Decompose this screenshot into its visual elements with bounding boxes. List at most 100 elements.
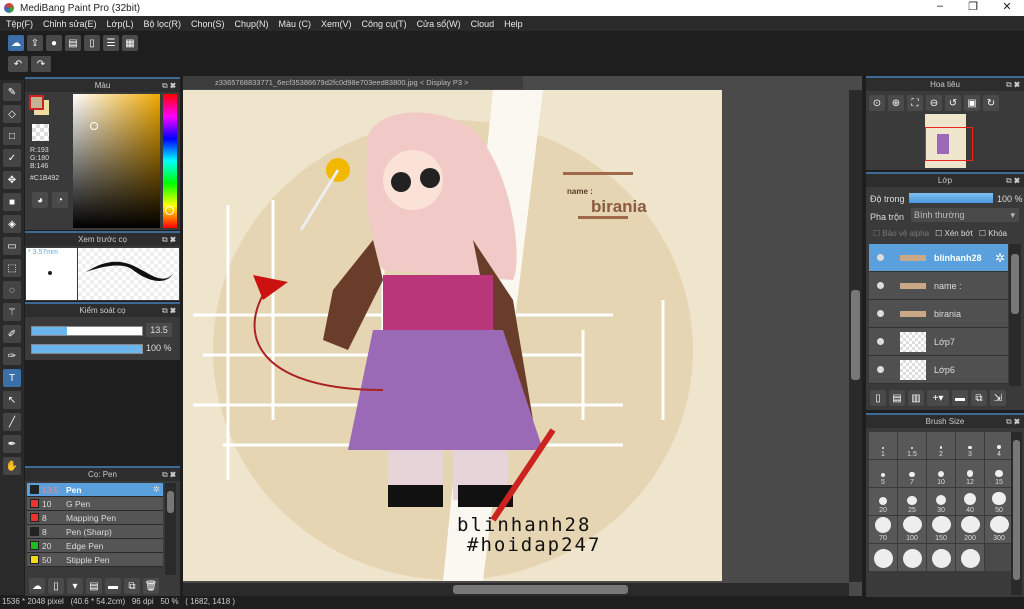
menu-item[interactable]: Màu (C) [279, 19, 312, 29]
brush-size-cell[interactable]: 10 [927, 460, 955, 487]
select-check-icon[interactable]: ✓ [3, 149, 21, 167]
brush-size-scrollbar[interactable] [1011, 432, 1022, 595]
menu-item[interactable]: Chỉnh sửa(E) [43, 19, 97, 29]
blend-mode-select[interactable]: Bình thường ▾ [911, 208, 1019, 222]
lasso-tool-icon[interactable]: ◌ [3, 281, 21, 299]
page-icon[interactable]: ▯ [84, 35, 100, 51]
menu-item[interactable]: Cloud [471, 19, 495, 29]
new-halftone-layer-icon[interactable]: ▤ [889, 390, 905, 406]
navigator-viewport[interactable] [925, 127, 973, 161]
brush-size-cell[interactable]: 4 [985, 432, 1013, 459]
brush-size-cell[interactable]: 1.5 [898, 432, 926, 459]
visibility-icon[interactable] [877, 254, 884, 261]
add-layer-menu-icon[interactable]: +▾ [927, 390, 949, 406]
cloud-icon[interactable]: ☁ [8, 35, 24, 51]
undo-icon[interactable]: ↶ [8, 56, 28, 72]
menu-item[interactable]: Tệp(F) [6, 19, 33, 29]
menu-item[interactable]: Bộ lọc(R) [143, 19, 181, 29]
operation-tool-icon[interactable]: ↖ [3, 391, 21, 409]
brush-size-cell[interactable]: 7 [898, 460, 926, 487]
layer-item[interactable]: Lớp6 [869, 356, 1008, 384]
brush-size-cell[interactable]: 2 [927, 432, 955, 459]
hue-slider[interactable] [163, 94, 177, 228]
transparent-swatch[interactable] [32, 124, 49, 141]
visibility-icon[interactable] [877, 282, 884, 289]
brush-item[interactable]: 13.5 Pen ✲ [27, 483, 163, 497]
brush-size-cell[interactable]: 50 [985, 488, 1013, 515]
bucket-tool-icon[interactable]: ◈ [3, 215, 21, 233]
brush-size-cell[interactable]: 30 [927, 488, 955, 515]
move-tool-icon[interactable]: ✥ [3, 171, 21, 189]
menu-item[interactable]: Help [504, 19, 523, 29]
vertical-scrollbar[interactable] [849, 90, 862, 582]
brush-item[interactable]: 10 G Pen [27, 497, 163, 511]
brush-item[interactable]: 50 Stipple Pen [27, 553, 163, 567]
brush-opacity-slider[interactable] [31, 344, 143, 354]
brush-tool-icon[interactable]: ✎ [3, 83, 21, 101]
divide-tool-icon[interactable]: ╱ [3, 413, 21, 431]
document-tab[interactable]: z3365768833771_6ecf35386679d2fc0d98e703e… [183, 76, 523, 89]
select-pen-icon[interactable]: ✐ [3, 325, 21, 343]
gear-icon[interactable]: ✲ [153, 484, 160, 495]
eraser-tool-icon[interactable]: ◇ [3, 105, 21, 123]
layer-item[interactable]: birania [869, 300, 1008, 328]
new-layer-icon[interactable]: ▯ [870, 390, 886, 406]
brush-item[interactable]: 20 Edge Pen [27, 539, 163, 553]
comment-icon[interactable]: ● [46, 35, 62, 51]
brush-size-cell[interactable]: 150 [927, 516, 955, 543]
rotate-left-icon[interactable]: ↺ [945, 95, 961, 111]
foreground-color-swatch[interactable] [29, 95, 44, 110]
text-tool-icon[interactable]: T [3, 369, 21, 387]
maximize-button[interactable]: ❐ [958, 0, 988, 13]
canvas[interactable]: name : birania blinhanh28 #hoidap247 [183, 90, 722, 581]
brush-size-cell[interactable]: 70 [869, 516, 897, 543]
lock-checkbox[interactable]: ☐ Khóa [979, 229, 1007, 238]
duplicate-layer-icon[interactable]: ⧉ [971, 390, 987, 406]
visibility-icon[interactable] [877, 338, 884, 345]
eyedropper-icon[interactable]: ✒ [3, 435, 21, 453]
clip-checkbox[interactable]: ☐ Xén bớt [935, 229, 973, 238]
fill-rect-icon[interactable]: ■ [3, 193, 21, 211]
duplicate-icon[interactable]: ⧉ [124, 578, 140, 594]
brush-item[interactable]: 8 Mapping Pen [27, 511, 163, 525]
menu-item[interactable]: Công cụ(T) [362, 19, 407, 29]
brush-size-cell[interactable] [956, 544, 984, 571]
layer-scrollbar[interactable] [1009, 244, 1021, 386]
brush-list-scrollbar[interactable] [165, 483, 176, 575]
close-button[interactable]: ✕ [992, 0, 1022, 13]
saturation-value-picker[interactable] [73, 94, 160, 228]
brush-size-cell[interactable] [898, 544, 926, 571]
folder-icon[interactable]: ▬ [105, 578, 121, 594]
brush-size-cell[interactable]: 25 [898, 488, 926, 515]
shape-tool-icon[interactable]: □ [3, 127, 21, 145]
brush-size-cell[interactable] [927, 544, 955, 571]
list-icon[interactable]: ☰ [103, 35, 119, 51]
new-brush-icon[interactable]: ▯ [48, 578, 64, 594]
brush-size-cell[interactable]: 20 [869, 488, 897, 515]
menu-item[interactable]: Chọn(S) [191, 19, 225, 29]
layer-opacity-slider[interactable] [909, 193, 993, 203]
magic-wand-icon[interactable]: ⚚ [3, 303, 21, 321]
brush-size-cell[interactable]: 5 [869, 460, 897, 487]
brush-size-cell[interactable]: 100 [898, 516, 926, 543]
protect-alpha-checkbox[interactable]: ☐ Bảo vệ alpha [873, 229, 929, 238]
message-icon[interactable]: ▤ [65, 35, 81, 51]
zoom-in-icon[interactable]: ⊕ [888, 95, 904, 111]
brush-size-cell[interactable]: 12 [956, 460, 984, 487]
menu-item[interactable]: Cửa sổ(W) [417, 19, 461, 29]
brush-size-slider[interactable] [31, 326, 143, 336]
gear-icon[interactable]: ✲ [995, 251, 1005, 265]
select-eraser-icon[interactable]: ✑ [3, 347, 21, 365]
gradient-tool-icon[interactable]: ▭ [3, 237, 21, 255]
palette-icon[interactable]: ◕ [32, 192, 48, 208]
layer-folder-icon[interactable]: ▬ [952, 390, 968, 406]
minimize-button[interactable]: – [925, 0, 955, 12]
brush-size-value[interactable]: 13.5 [146, 323, 172, 337]
brush-size-cell[interactable]: 40 [956, 488, 984, 515]
grid-icon[interactable]: ▦ [122, 35, 138, 51]
palette-settings-icon[interactable]: ◔ [52, 192, 68, 208]
zoom-actual-icon[interactable]: ⊙ [869, 95, 885, 111]
zoom-out-icon[interactable]: ⊖ [926, 95, 942, 111]
rotate-right-icon[interactable]: ↻ [983, 95, 999, 111]
horizontal-scrollbar[interactable] [183, 583, 849, 596]
